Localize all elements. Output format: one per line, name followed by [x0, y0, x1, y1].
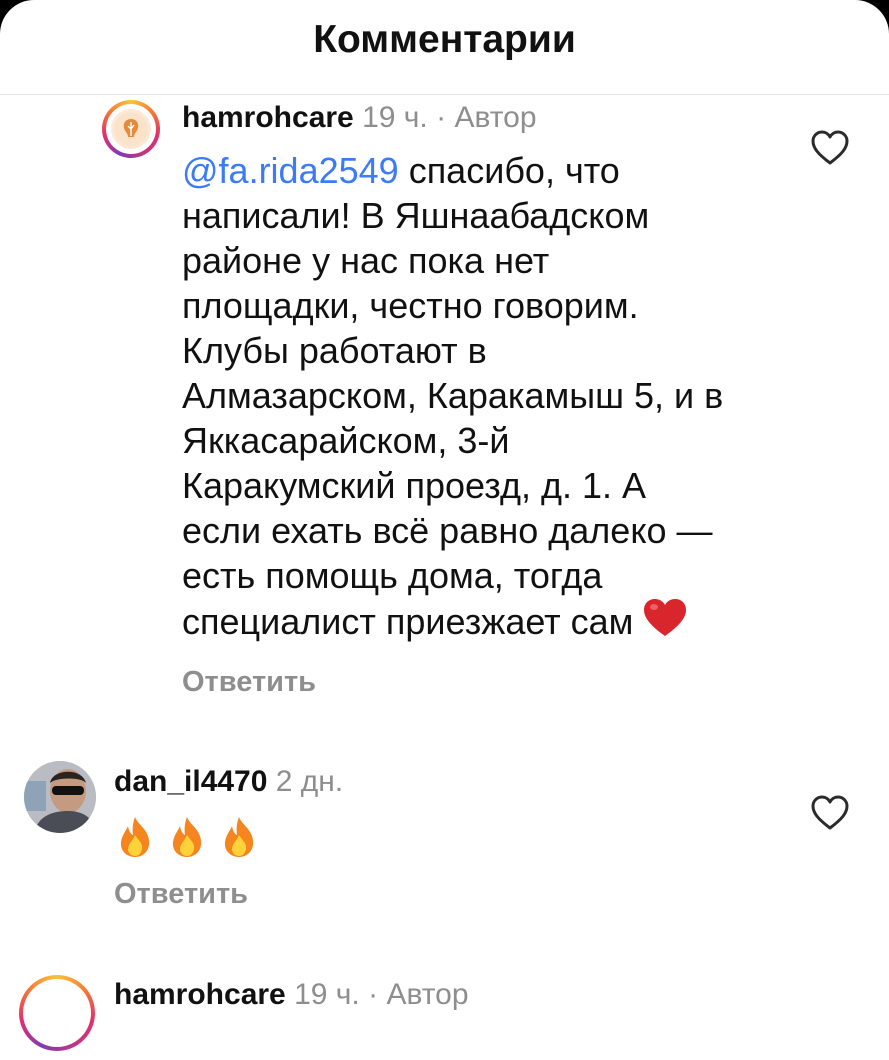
meta-separator: · [427, 101, 455, 134]
comment-meta: dan_il4470 2 дн. [114, 765, 343, 799]
page-title: Комментарии [313, 18, 576, 61]
comment-meta: hamrohcare 19 ч. · Автор [114, 978, 469, 1012]
fire-icon [224, 817, 254, 857]
comment-time: 19 ч. [294, 978, 360, 1011]
avatar-story-ring[interactable] [19, 975, 95, 1051]
fire-icon [172, 817, 202, 857]
username-link[interactable]: dan_il4470 [114, 765, 267, 798]
reply-button[interactable]: Ответить [182, 666, 316, 699]
meta-separator: · [359, 978, 387, 1011]
fire-icon [120, 817, 150, 857]
comments-sheet: Комментарии hamrohcare 19 ч. · Автор @fa… [0, 0, 889, 1060]
comment-text: @fa.rida2549 спасибо, что написали! В Яш… [182, 148, 802, 648]
username-link[interactable]: hamrohcare [114, 978, 286, 1011]
mention-link[interactable]: @fa.rida2549 [182, 150, 399, 191]
author-badge: Автор [386, 978, 469, 1011]
reply-button[interactable]: Ответить [114, 878, 248, 911]
hamrohcare-logo-icon [111, 109, 151, 149]
emoji-row [116, 815, 258, 859]
comment-time: 19 ч. [362, 101, 428, 134]
comment-meta: hamrohcare 19 ч. · Автор [182, 101, 537, 135]
comment-time: 2 дн. [275, 765, 344, 798]
heart-outline-icon [811, 130, 849, 165]
comment-body: спасибо, что написали! В Яшнаабадском ра… [182, 150, 724, 642]
like-button[interactable] [811, 795, 849, 831]
author-badge: Автор [454, 101, 537, 134]
username-link[interactable]: hamrohcare [182, 101, 354, 134]
header-divider [0, 94, 889, 95]
avatar[interactable] [24, 761, 96, 833]
like-button[interactable] [811, 130, 849, 166]
red-heart-icon [643, 598, 687, 648]
avatar-story-ring[interactable] [102, 100, 160, 158]
heart-outline-icon [811, 795, 849, 830]
